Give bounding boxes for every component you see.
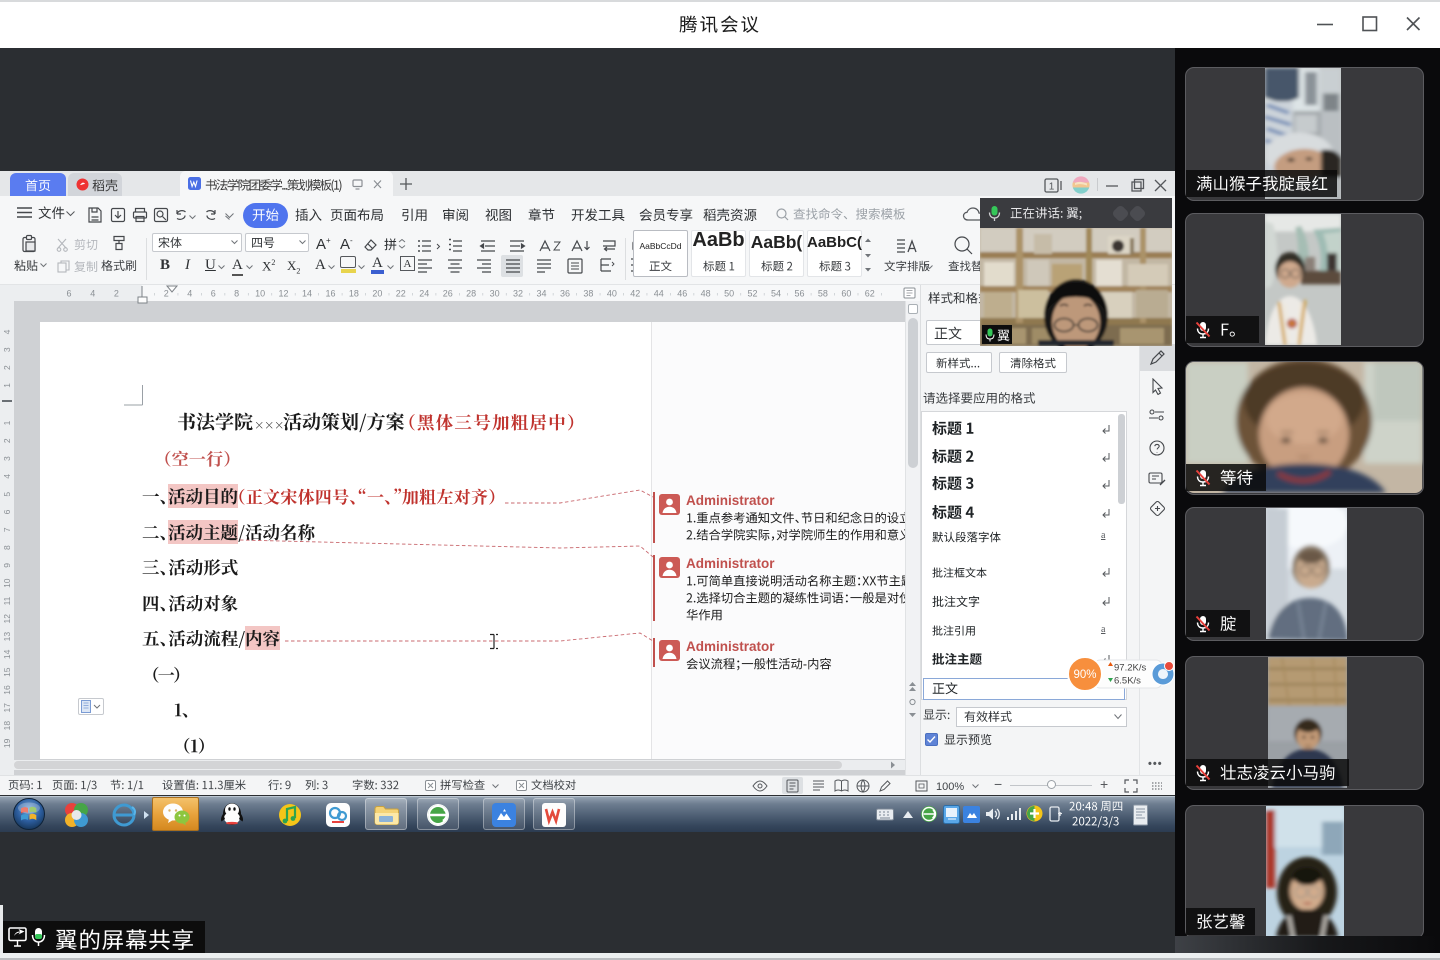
svg-text:2: 2 (114, 289, 119, 299)
svg-text:19: 19 (2, 738, 12, 748)
svg-text:97.2K/s: 97.2K/s (1114, 663, 1146, 674)
svg-text:2: 2 (2, 365, 12, 370)
svg-text:6.5K/s: 6.5K/s (1114, 676, 1141, 687)
svg-text:4: 4 (2, 329, 12, 334)
svg-text:1: 1 (1049, 182, 1055, 193)
svg-text:90%: 90% (1073, 669, 1096, 681)
svg-text:18: 18 (2, 721, 12, 731)
svg-text:17: 17 (2, 703, 12, 713)
svg-text:4: 4 (90, 289, 95, 299)
svg-text:16: 16 (2, 685, 12, 695)
svg-text:1: 1 (2, 383, 12, 388)
svg-text:3: 3 (2, 347, 12, 352)
svg-text:6: 6 (66, 289, 71, 299)
svg-text:2: 2 (2, 438, 12, 443)
svg-text:1: 1 (2, 420, 12, 425)
